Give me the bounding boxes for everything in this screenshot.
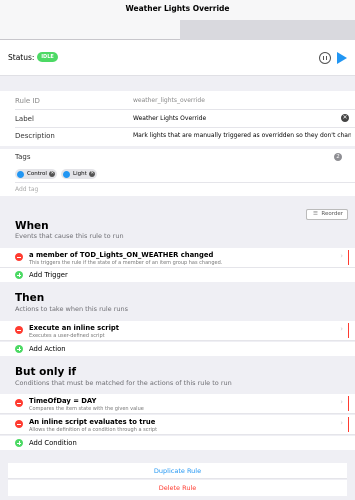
navbar: Weather Lights Override: [0, 0, 355, 40]
remove-tag-icon[interactable]: ✕: [49, 171, 56, 177]
rule-id-label: Rule ID: [15, 97, 40, 105]
add-icon: [15, 271, 23, 279]
remove-action-icon[interactable]: [15, 326, 23, 334]
details-panel: Rule ID weather_lights_override Label We…: [0, 91, 355, 146]
rule-id-row: Rule ID weather_lights_override: [15, 92, 355, 110]
status-badge: IDLE: [37, 52, 58, 62]
add-trigger-button[interactable]: Add Trigger: [0, 268, 355, 282]
add-action-label: Add Action: [29, 345, 66, 353]
reorder-icon: ☰: [313, 211, 318, 217]
error-marker: [348, 250, 349, 265]
action-subtitle: Executes a user-defined script: [29, 333, 105, 339]
play-icon[interactable]: [337, 52, 347, 64]
condition-subtitle: Compares the item state with the given v…: [29, 406, 144, 412]
chevron-right-icon: ›: [340, 252, 343, 260]
chevron-right-icon: ›: [340, 419, 343, 427]
then-subtitle: Actions to take when this rule runs: [15, 305, 129, 313]
remove-tag-icon[interactable]: ✕: [89, 171, 96, 177]
add-icon: [15, 345, 23, 353]
error-marker: [348, 323, 349, 338]
trigger-title: a member of TOD_Lights_ON_WEATHER change…: [29, 251, 214, 259]
trigger-subtitle: This triggers the rule if the state of a…: [29, 260, 223, 266]
condition-title: An inline script evaluates to true: [29, 418, 156, 426]
tag-chip-light[interactable]: Light ✕: [61, 169, 97, 179]
status-card: Status: IDLE: [0, 40, 355, 76]
action-item[interactable]: Execute an inline script Executes a user…: [0, 321, 355, 341]
tag-icon: [63, 170, 70, 178]
tags-label: Tags: [15, 153, 31, 161]
description-label: Description: [15, 132, 55, 140]
label-label: Label: [15, 115, 34, 123]
reorder-button[interactable]: ☰ Reorder: [306, 209, 348, 220]
add-icon: [15, 439, 23, 447]
error-marker: [348, 417, 349, 432]
trigger-item[interactable]: a member of TOD_Lights_ON_WEATHER change…: [0, 248, 355, 268]
add-tag-input[interactable]: Add tag: [15, 186, 38, 193]
navbar-subbar: [180, 20, 355, 40]
when-title: When: [15, 220, 49, 232]
remove-condition-icon[interactable]: [15, 420, 23, 428]
tag-chip-label: Control: [27, 171, 47, 177]
action-title: Execute an inline script: [29, 324, 120, 332]
conditions-subtitle: Conditions that must be matched for the …: [15, 379, 232, 387]
rule-id-value: weather_lights_override: [133, 97, 205, 104]
remove-trigger-icon[interactable]: [15, 253, 23, 261]
label-input[interactable]: Weather Lights Override: [133, 115, 341, 122]
divider: [15, 182, 355, 183]
condition-subtitle: Allows the definition of a condition thr…: [29, 427, 158, 433]
chevron-right-icon: ›: [340, 398, 343, 406]
then-title: Then: [15, 292, 45, 304]
clear-label-icon[interactable]: ✕: [341, 114, 349, 122]
label-row: Label Weather Lights Override ✕: [15, 110, 355, 128]
condition-title: TimeOfDay = DAY: [29, 397, 97, 405]
duplicate-rule-button[interactable]: Duplicate Rule: [8, 463, 347, 479]
delete-rule-button[interactable]: Delete Rule: [8, 480, 347, 496]
chevron-right-icon: ›: [340, 325, 343, 333]
description-input[interactable]: Mark lights that are manually triggered …: [133, 132, 351, 139]
tag-chip-label: Light: [73, 171, 87, 177]
add-trigger-label: Add Trigger: [29, 271, 68, 279]
pause-icon[interactable]: [319, 52, 331, 64]
tag-chip-control[interactable]: Control ✕: [15, 169, 57, 179]
remove-condition-icon[interactable]: [15, 399, 23, 407]
conditions-title: But only if: [15, 366, 77, 378]
add-action-button[interactable]: Add Action: [0, 342, 355, 356]
tag-icon: [17, 170, 24, 178]
reorder-label: Reorder: [321, 211, 343, 217]
description-row: Description Mark lights that are manuall…: [15, 127, 355, 145]
add-condition-label: Add Condition: [29, 439, 77, 447]
error-marker: [348, 396, 349, 411]
condition-item[interactable]: An inline script evaluates to true Allow…: [0, 415, 355, 435]
tags-count-badge: 2: [334, 153, 342, 161]
page-title: Weather Lights Override: [125, 4, 230, 13]
when-subtitle: Events that cause this rule to run: [15, 232, 124, 240]
condition-item[interactable]: TimeOfDay = DAY Compares the item state …: [0, 394, 355, 414]
add-condition-button[interactable]: Add Condition: [0, 436, 355, 450]
status-label: Status:: [8, 53, 35, 62]
